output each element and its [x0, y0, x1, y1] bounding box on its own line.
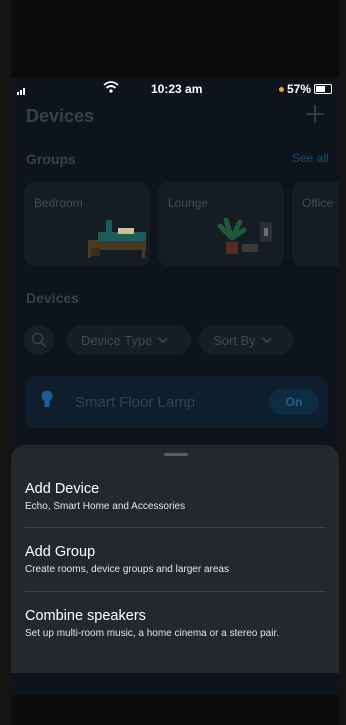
page-title: Devices [26, 106, 95, 126]
device-type-label: Device Type [81, 332, 153, 348]
group-card-label: Office [302, 196, 334, 210]
power-toggle[interactable]: On [269, 389, 319, 415]
battery-icon [314, 84, 333, 94]
device-card-smart-floor-lamp[interactable]: Smart Floor Lamp On [25, 376, 328, 428]
group-card-lounge[interactable]: Lounge [158, 182, 284, 266]
add-device-option[interactable]: Add Device Echo, Smart Home and Accessor… [11, 481, 339, 521]
option-title: Add Device [25, 481, 100, 497]
option-subtitle: Create rooms, device groups and larger a… [25, 564, 229, 575]
sort-by-label: Sort By [213, 332, 256, 348]
device-type-dropdown[interactable]: Device Type [67, 325, 191, 355]
sort-by-dropdown[interactable]: Sort By [199, 325, 293, 355]
add-button[interactable] [305, 100, 325, 131]
phone-frame: 10:23 am 57% Devices Groups See all Bedr… [11, 0, 339, 725]
group-card-label: Lounge [168, 196, 209, 210]
search-icon [31, 332, 47, 348]
devices-heading: Devices [26, 290, 79, 306]
group-card-bedroom[interactable]: Bedroom [24, 182, 150, 266]
status-bar: 10:23 am 57% [11, 78, 339, 100]
groups-heading: Groups [26, 151, 76, 167]
status-time: 10:23 am [151, 82, 203, 96]
search-button[interactable] [24, 325, 54, 355]
signal-icon [17, 84, 31, 98]
divider [25, 591, 326, 592]
group-card-office[interactable]: Office [292, 182, 339, 266]
option-subtitle: Set up multi-room music, a home cinema o… [25, 628, 279, 639]
orange-dot-icon [279, 86, 284, 92]
see-all-link[interactable]: See all [292, 151, 329, 165]
option-subtitle: Echo, Smart Home and Accessories [25, 501, 186, 512]
device-name: Smart Floor Lamp [75, 394, 196, 411]
sheet-grabber-handle[interactable] [164, 453, 188, 456]
combine-speakers-option[interactable]: Combine speakers Set up multi-room music… [11, 608, 339, 648]
lightbulb-icon [41, 390, 53, 407]
option-title: Combine speakers [25, 608, 146, 624]
bottom-sheet: Add Device Echo, Smart Home and Accessor… [11, 445, 339, 673]
group-card-label: Bedroom [34, 196, 83, 210]
lounge-illustration-icon [217, 217, 272, 254]
chevron-down-icon [158, 337, 168, 343]
option-title: Add Group [25, 544, 96, 560]
divider [25, 527, 326, 528]
battery-indicator: 57% [279, 82, 333, 96]
plus-icon [306, 105, 324, 123]
chevron-down-icon [262, 337, 272, 343]
battery-percent: 57% [287, 82, 312, 96]
bed-illustration-icon [88, 220, 146, 258]
wifi-icon [103, 80, 119, 97]
add-group-option[interactable]: Add Group Create rooms, device groups an… [11, 544, 339, 584]
